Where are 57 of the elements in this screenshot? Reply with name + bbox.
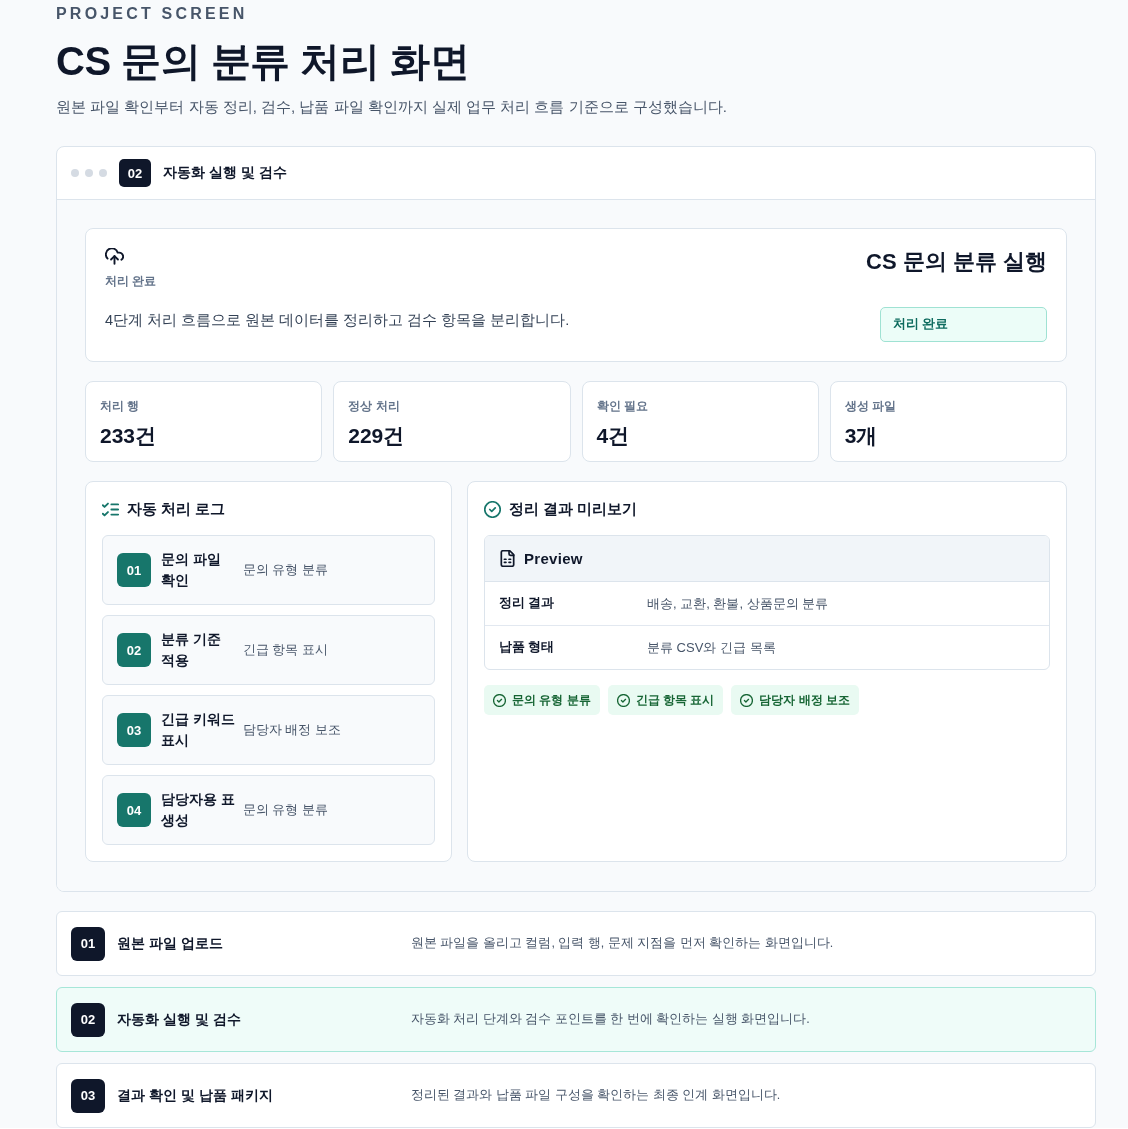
screen-list-item[interactable]: 03 결과 확인 및 납품 패키지 정리된 결과와 납품 파일 구성을 확인하는 최종 인계 화면입니다. [56,1063,1096,1128]
tag-label: 긴급 항목 표시 [635,691,715,709]
step-description: 담당자 배정 보조 [243,722,342,739]
step-title: 문의 파일 확인 [161,551,222,590]
screen-title: 원본 파일 업로드 [117,934,224,953]
screen-title: 자동화 실행 및 검수 [117,1010,242,1029]
step-description: 긴급 항목 표시 [243,642,329,659]
window-dot-icon [99,169,107,177]
stat-value: 229건 [348,423,406,449]
step-number: 03 [117,713,151,747]
row-label: 납품 형태 [499,639,556,656]
step-number: 04 [117,793,151,827]
step-number: 02 [119,159,151,187]
checklist-icon [102,500,119,518]
step-title: 분류 기준 적용 [161,631,222,670]
screen-number: 01 [71,926,105,961]
screen-description: 정리된 결과와 납품 파일 구성을 확인하는 최종 인계 화면입니다. [411,1087,782,1104]
screen-description: 원본 파일을 올리고 컬럼, 입력 행, 문제 지점을 먼저 확인하는 화면입니다. [411,935,835,952]
summary-title: CS 문의 분류 실행 [866,248,1047,276]
summary-description: 4단계 처리 흐름으로 원본 데이터를 정리하고 검수 항목을 분리합니다. [105,311,570,330]
row-value: 분류 CSV와 긴급 목록 [647,638,777,657]
stat-value: 4건 [596,423,631,449]
spreadsheet-file-icon [500,550,515,567]
window-dot-icon [71,169,79,177]
tag-label: 문의 유형 분류 [512,691,591,709]
screen-list-item[interactable]: 02 자동화 실행 및 검수 자동화 처리 단계와 검수 포인트를 한 번에 확인하는 실행 화면입니다. [56,987,1096,1052]
screen-description: 자동화 처리 단계와 검수 포인트를 한 번에 확인하는 실행 화면입니다. [411,1011,811,1028]
stat-label: 처리 행 [100,398,141,414]
stat-label: 확인 필요 [596,398,649,414]
panel-title: 자동 처리 로그 [127,499,226,519]
page-subtitle: 원본 파일 확인부터 자동 정리, 검수, 납품 파일 확인까지 실제 업무 처리 흐름 기준으로 구성했습니다. [56,97,728,117]
stat-value: 233건 [100,423,158,449]
window-dot-icon [85,169,93,177]
status-badge: 처리 완료 [880,307,1047,342]
screen-title: 자동화 실행 및 검수 [163,164,287,182]
panel-title: 정리 결과 미리보기 [509,499,638,519]
screen-list-item[interactable]: 01 원본 파일 업로드 원본 파일을 올리고 컬럼, 입력 행, 문제 지점을 먼저 확인하는 화면입니다. [56,911,1096,976]
status-label: 처리 완료 [105,273,157,289]
row-label: 정리 결과 [499,595,556,612]
stat-label: 생성 파일 [844,398,898,414]
step-title: 담당자용 표 생성 [161,791,236,830]
step-description: 문의 유형 분류 [243,562,329,579]
page-title: CS 문의 분류 처리 화면 [56,38,471,85]
screen-title: 결과 확인 및 납품 패키지 [117,1086,274,1105]
table-title: Preview [524,550,583,567]
tag-label: 담당자 배정 보조 [759,691,850,709]
step-title: 긴급 키워드 표시 [161,711,236,750]
cloud-upload-icon [105,248,124,265]
eyebrow-label: PROJECT SCREEN [56,4,249,24]
screen-number: 03 [71,1078,105,1113]
stat-label: 정상 처리 [348,398,401,414]
step-number: 01 [117,553,151,587]
step-number: 02 [117,633,151,667]
step-description: 문의 유형 분류 [243,802,329,819]
stat-value: 3개 [844,423,879,449]
row-value: 배송, 교환, 환불, 상품문의 분류 [647,594,830,613]
screen-number: 02 [71,1002,105,1037]
